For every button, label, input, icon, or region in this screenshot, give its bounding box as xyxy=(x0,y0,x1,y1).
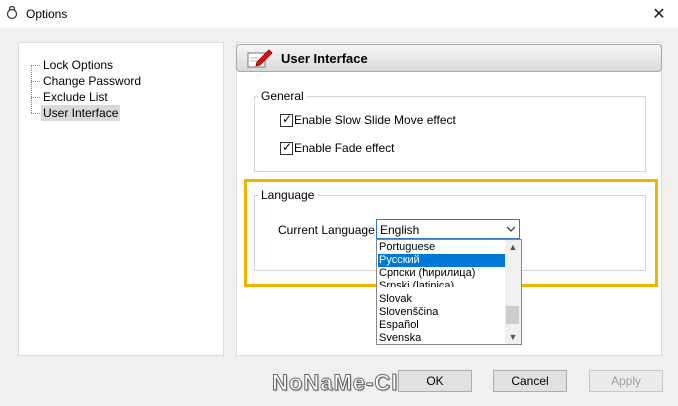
slow-slide-label: Enable Slow Slide Move effect xyxy=(294,113,456,127)
general-group xyxy=(254,96,646,172)
tree-connector xyxy=(31,65,40,66)
language-option[interactable]: Slovak xyxy=(378,293,505,306)
tree-connector xyxy=(31,97,40,98)
panel-title: User Interface xyxy=(281,51,368,66)
scroll-up-icon[interactable]: ▲ xyxy=(505,240,521,254)
pencil-note-icon xyxy=(247,49,273,68)
check-icon: ✓ xyxy=(282,140,293,154)
language-option[interactable]: Svenska xyxy=(378,332,505,344)
tree-connector xyxy=(31,81,40,82)
close-icon[interactable]: ✕ xyxy=(640,0,678,28)
tree-connector xyxy=(31,65,32,113)
tree-item-lock-options[interactable]: Lock Options xyxy=(41,57,115,73)
tree-item-change-password[interactable]: Change Password xyxy=(41,73,143,89)
apply-button[interactable]: Apply xyxy=(589,370,663,392)
fade-checkbox[interactable]: ✓ xyxy=(280,140,293,155)
language-select-value: English xyxy=(380,223,420,237)
dropdown-scrollbar[interactable]: ▲ ▼ xyxy=(505,240,521,344)
language-option[interactable]: Español xyxy=(378,319,505,332)
panel-header: User Interface xyxy=(236,44,662,72)
language-option-selected[interactable]: Русский xyxy=(378,254,505,267)
fade-label: Enable Fade effect xyxy=(294,141,395,155)
language-dropdown-list[interactable]: Portuguese Русский Српски (ћирилица) Srp… xyxy=(376,239,522,345)
tree-connector xyxy=(31,113,40,114)
check-icon: ✓ xyxy=(282,112,293,126)
language-select[interactable]: English xyxy=(376,219,520,239)
cancel-button[interactable]: Cancel xyxy=(493,370,567,392)
slow-slide-checkbox[interactable]: ✓ xyxy=(280,112,293,127)
app-icon xyxy=(6,6,18,20)
tree-item-exclude-list[interactable]: Exclude List xyxy=(41,89,110,105)
language-option[interactable]: Slovenščina xyxy=(378,306,505,319)
scroll-down-icon[interactable]: ▼ xyxy=(505,330,521,344)
chevron-down-icon[interactable] xyxy=(503,221,519,237)
tree-item-user-interface[interactable]: User Interface xyxy=(41,105,121,121)
language-option[interactable]: Srpski (latinica) xyxy=(378,280,505,287)
language-option[interactable]: Српски (ћирилица) xyxy=(378,267,505,280)
general-legend: General xyxy=(258,89,307,103)
ok-button[interactable]: OK xyxy=(398,370,472,392)
options-tree[interactable]: Lock Options Change Password Exclude Lis… xyxy=(18,42,224,356)
language-option[interactable]: Portuguese xyxy=(378,241,505,254)
window-title: Options xyxy=(26,7,68,21)
title-bar: Options ✕ xyxy=(0,0,678,28)
scrollbar-thumb[interactable] xyxy=(506,306,519,324)
